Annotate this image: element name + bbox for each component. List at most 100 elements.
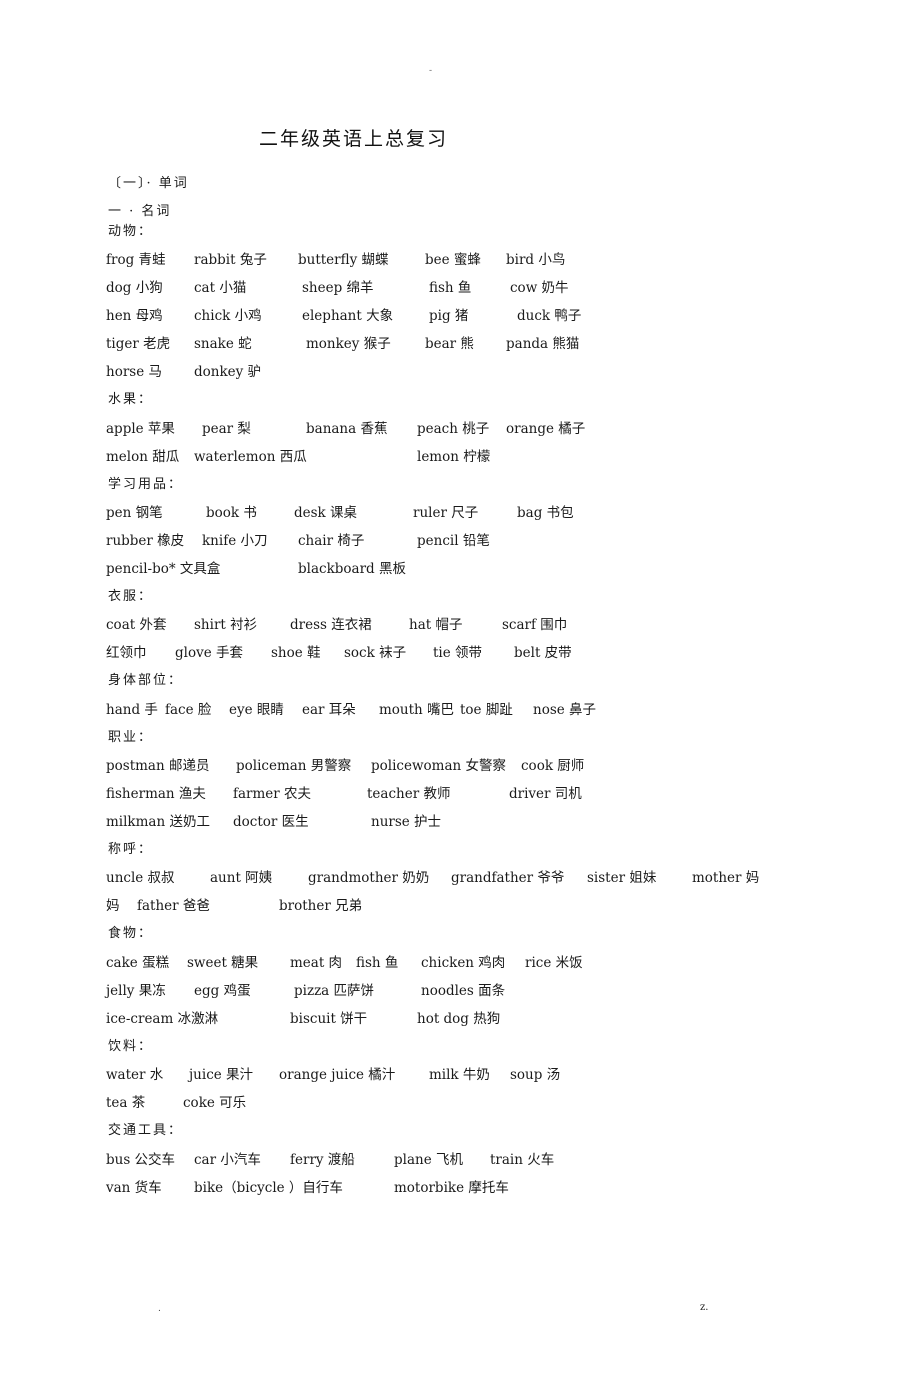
vocab-item: policeman 男警察: [236, 758, 352, 774]
vocab-item: belt 皮带: [514, 645, 572, 661]
vocab-item: coat 外套: [106, 617, 167, 633]
footer-right-mark: z.: [700, 1302, 709, 1313]
vocab-item: jelly 果冻: [106, 983, 166, 999]
vocab-item: cat 小猫: [194, 280, 247, 296]
vocab-item: pear 梨: [202, 421, 251, 437]
vocab-item: uncle 叔叔: [106, 870, 175, 886]
category-label: 衣服：: [108, 589, 154, 604]
vocab-item: fish 鱼: [356, 955, 399, 971]
vocab-item: sock 袜子: [344, 645, 407, 661]
vocab-item: plane 飞机: [394, 1152, 463, 1168]
vocab-item: driver 司机: [509, 786, 582, 802]
vocab-item: duck 鸭子: [517, 308, 582, 324]
vocab-item: grandfather 爷爷: [451, 870, 565, 886]
category-label: 水果：: [108, 392, 154, 407]
vocab-item: doctor 医生: [233, 814, 309, 830]
vocab-item: pen 钢笔: [106, 505, 163, 521]
vocab-item: bee 蜜蜂: [425, 252, 481, 268]
vocab-item: brother 兄弟: [279, 898, 363, 914]
vocab-item: rubber 橡皮: [106, 533, 185, 549]
vocab-item: sweet 糖果: [187, 955, 259, 971]
vocab-item: ferry 渡船: [290, 1152, 355, 1168]
header-mark: -: [429, 66, 433, 76]
vocab-item: soup 汤: [510, 1067, 561, 1083]
vocab-item: sheep 绵羊: [302, 280, 374, 296]
vocab-item: monkey 猴子: [306, 336, 391, 352]
vocab-item: meat 肉: [290, 955, 343, 971]
page-title: 二年级英语上总复习: [259, 128, 449, 150]
vocab-item: car 小汽车: [194, 1152, 261, 1168]
vocab-item: dress 连衣裙: [290, 617, 372, 633]
vocab-item: pencil-bo* 文具盒: [106, 561, 221, 577]
vocab-item: fish 鱼: [429, 280, 472, 296]
vocab-item: lemon 柠檬: [417, 449, 491, 465]
vocab-item: mouth 嘴巴: [379, 702, 455, 718]
vocab-item: grandmother 奶奶: [308, 870, 430, 886]
vocab-item: eye 眼睛: [229, 702, 284, 718]
category-label: 身体部位：: [108, 673, 184, 688]
vocab-item: water 水: [106, 1067, 164, 1083]
category-label: 交通工具：: [108, 1123, 184, 1138]
vocab-item: farmer 农夫: [233, 786, 312, 802]
category-label: 食物：: [108, 926, 154, 941]
vocab-item: dog 小狗: [106, 280, 163, 296]
vocab-item: apple 苹果: [106, 421, 175, 437]
vocab-item: waterlemon 西瓜: [194, 449, 307, 465]
vocab-item: panda 熊猫: [506, 336, 580, 352]
vocab-item: bird 小鸟: [506, 252, 566, 268]
vocab-item: shirt 衬衫: [194, 617, 258, 633]
category-label: 职业：: [108, 730, 154, 745]
vocab-item: face 脸: [165, 702, 212, 718]
vocab-item: bus 公交车: [106, 1152, 176, 1168]
vocab-item: cake 蛋糕: [106, 955, 170, 971]
vocab-item: van 货车: [106, 1180, 162, 1196]
vocab-item: tea 茶: [106, 1095, 146, 1111]
vocab-item: ruler 尺子: [413, 505, 479, 521]
vocab-item: egg 鸡蛋: [194, 983, 251, 999]
vocab-item: orange 橘子: [506, 421, 586, 437]
vocab-item: glove 手套: [175, 645, 243, 661]
vocab-item: 红领巾: [106, 645, 147, 661]
vocab-item: shoe 鞋: [271, 645, 321, 661]
vocab-item: 妈: [106, 898, 120, 914]
vocab-item: knife 小刀: [202, 533, 268, 549]
vocab-item: noodles 面条: [421, 983, 506, 999]
vocab-item: chicken 鸡肉: [421, 955, 506, 971]
vocab-item: father 爸爸: [137, 898, 210, 914]
category-label: 称呼：: [108, 842, 154, 857]
vocab-item: desk 课桌: [294, 505, 358, 521]
vocab-item: peach 桃子: [417, 421, 490, 437]
vocab-item: rabbit 兔子: [194, 252, 267, 268]
vocab-item: horse 马: [106, 364, 162, 380]
vocab-item: motorbike 摩托车: [394, 1180, 509, 1196]
section-heading: 〔一〕· 单词: [108, 176, 189, 191]
vocab-item: scarf 围巾: [502, 617, 568, 633]
vocab-item: hand 手: [106, 702, 158, 718]
footer-left-mark: .: [158, 1304, 161, 1314]
vocab-item: train 火车: [490, 1152, 555, 1168]
vocab-item: teacher 教师: [367, 786, 451, 802]
vocab-item: juice 果汁: [189, 1067, 254, 1083]
vocab-item: bike（bicycle ）自行车: [194, 1180, 343, 1196]
vocab-item: chick 小鸡: [194, 308, 262, 324]
vocab-item: donkey 驴: [194, 364, 262, 380]
vocab-item: nose 鼻子: [533, 702, 597, 718]
vocab-item: coke 可乐: [183, 1095, 247, 1111]
vocab-item: fisherman 渔夫: [106, 786, 206, 802]
vocab-item: milkman 送奶工: [106, 814, 210, 830]
vocab-item: ice-cream 冰激淋: [106, 1011, 219, 1027]
vocab-item: mother 妈: [692, 870, 760, 886]
vocab-item: pig 猪: [429, 308, 469, 324]
category-label: 学习用品：: [108, 477, 184, 492]
vocab-item: pizza 匹萨饼: [294, 983, 375, 999]
vocab-item: policewoman 女警察: [371, 758, 506, 774]
vocab-item: nurse 护士: [371, 814, 442, 830]
category-label: 饮料：: [108, 1039, 154, 1054]
vocab-item: tie 领带: [433, 645, 483, 661]
vocab-item: biscuit 饼干: [290, 1011, 368, 1027]
vocab-item: bag 书包: [517, 505, 574, 521]
vocab-item: book 书: [206, 505, 257, 521]
vocab-item: butterfly 蝴蝶: [298, 252, 389, 268]
vocab-item: cook 厨师: [521, 758, 585, 774]
vocab-item: tiger 老虎: [106, 336, 171, 352]
